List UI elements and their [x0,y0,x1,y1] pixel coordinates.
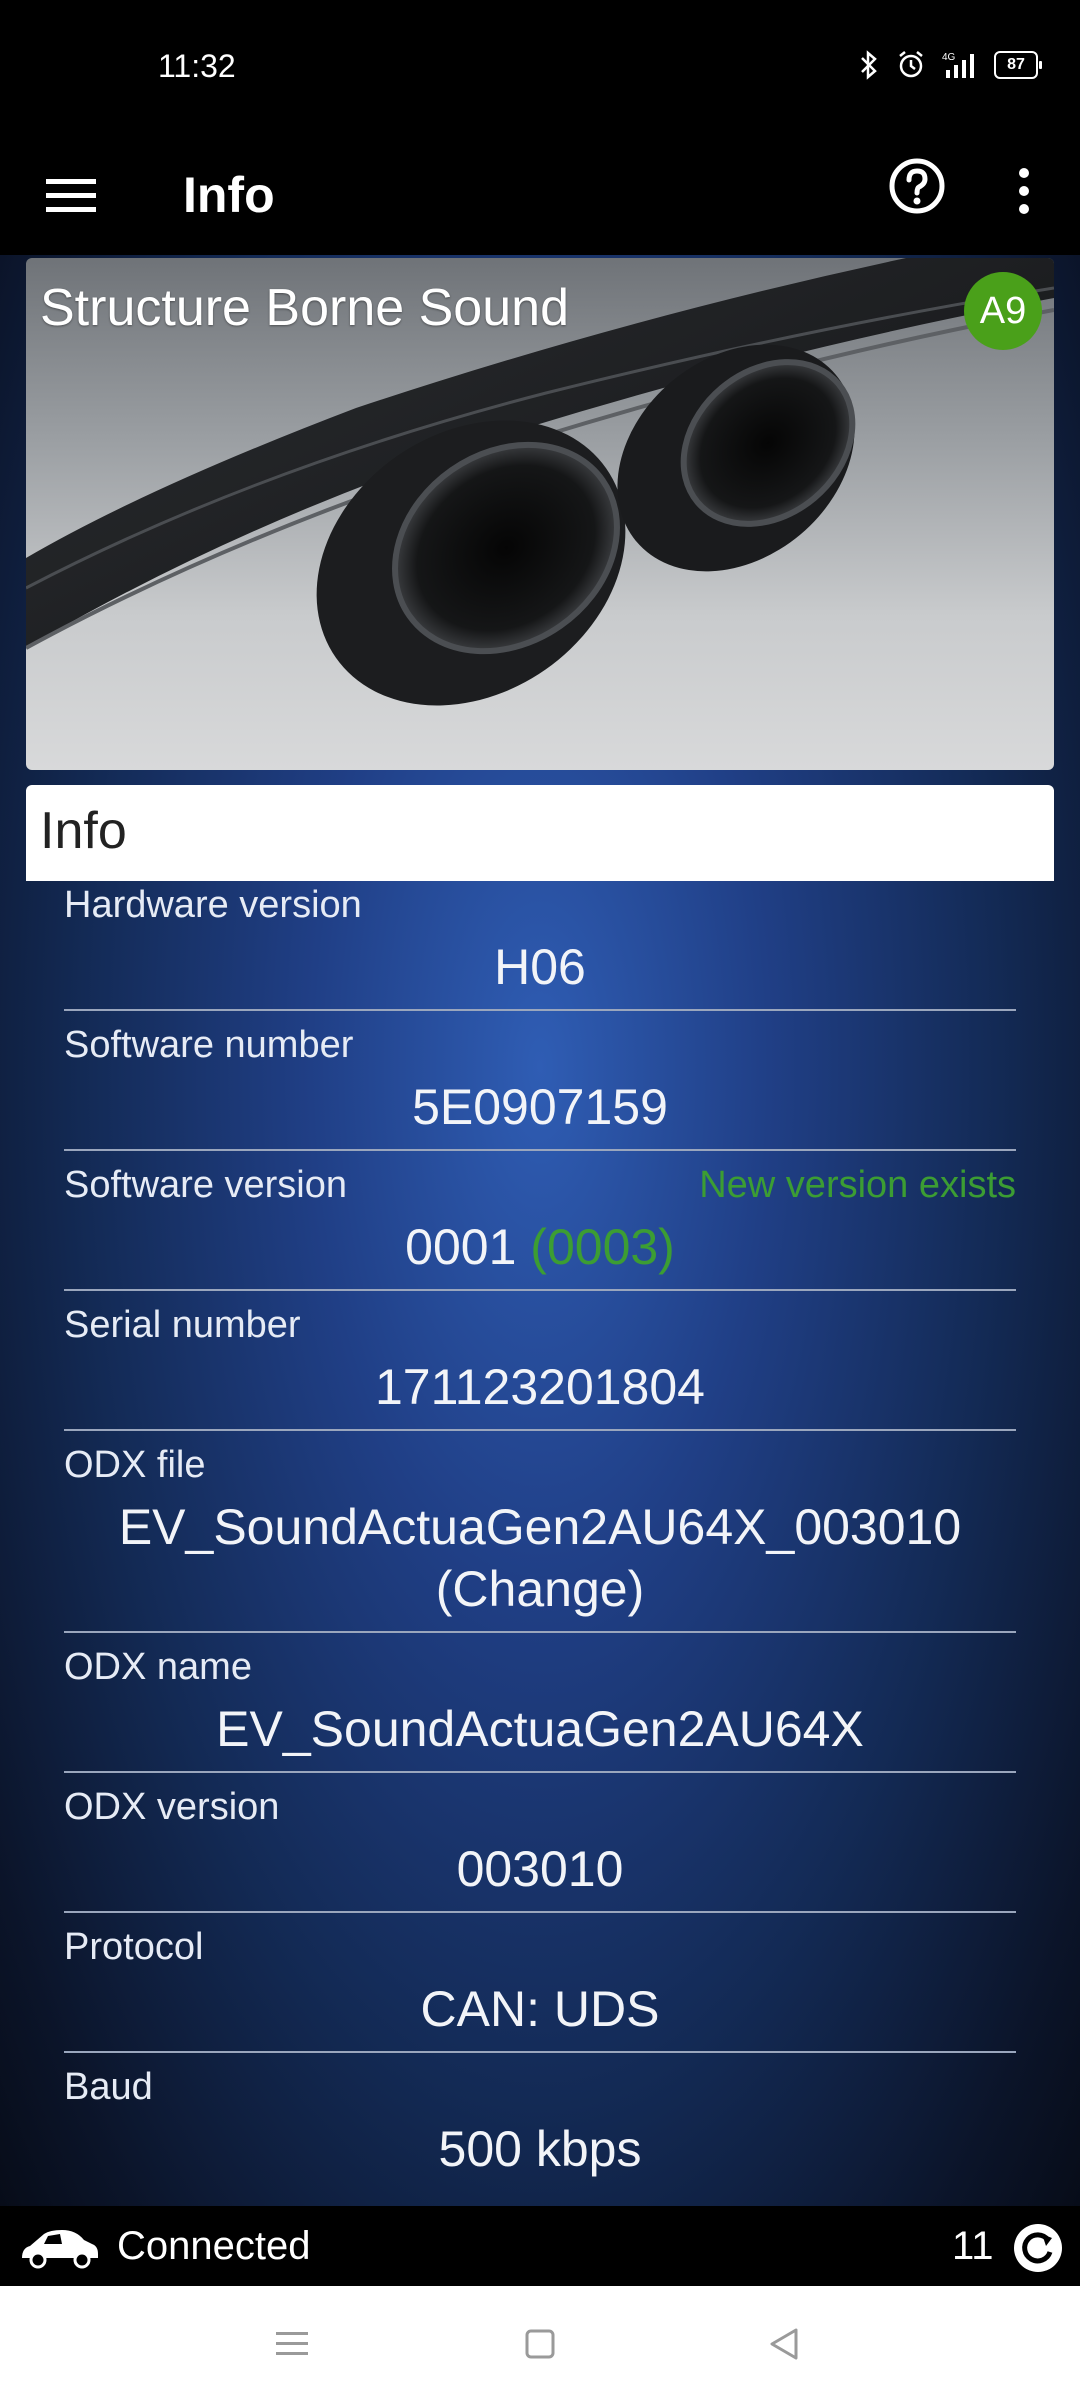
info-row-odx-name: ODX name EV_SoundActuaGen2AU64X [64,1643,1016,1773]
alarm-icon [899,51,923,78]
row-label: Serial number [64,1304,301,1346]
available-version[interactable]: (0003) [530,1219,675,1275]
row-value: 0001 (0003) [64,1217,1016,1277]
row-label: Protocol [64,1926,204,1968]
row-value: 5E0907159 [412,1079,668,1135]
row-label: Software version [64,1164,348,1206]
refresh-icon[interactable] [1012,2222,1064,2274]
row-label: Baud [64,2066,153,2108]
connection-status: Connected [117,2224,311,2268]
system-nav-bar [0,2286,1080,2400]
status-icons: 4G 87 [856,50,1042,80]
app-bar: Info [0,135,1080,255]
change-odx-link[interactable]: (Change) [64,1559,1016,1619]
row-value: EV_SoundActuaGen2AU64X [216,1701,864,1757]
info-row-serial-number: Serial number 171123201804 [64,1301,1016,1431]
home-icon[interactable] [520,2324,560,2364]
menu-icon[interactable] [44,167,100,223]
info-list: Hardware version H06 Software number 5E0… [26,881,1054,2204]
row-label: Hardware version [64,884,362,926]
row-label: ODX file [64,1444,206,1486]
info-row-software-version[interactable]: Software version New version exists 0001… [64,1161,1016,1291]
more-icon[interactable] [1006,163,1042,219]
status-time: 11:32 [158,48,236,84]
row-label: Software number [64,1024,354,1066]
module-hero-card: Structure Borne Sound A9 [26,258,1054,770]
info-row-hardware-version: Hardware version H06 [64,881,1016,1011]
info-section-title: Info [40,802,127,860]
svg-text:4G: 4G [942,52,956,63]
signal-icon: 4G [942,52,974,78]
row-label: ODX version [64,1786,280,1828]
status-bar: 11:32 4G 87 [0,0,1080,135]
recent-apps-icon[interactable] [272,2324,312,2364]
help-icon[interactable] [888,157,946,215]
info-section-header: Info [26,785,1054,881]
row-label: ODX name [64,1646,252,1688]
info-row-software-number: Software number 5E0907159 [64,1021,1016,1151]
back-icon[interactable] [764,2324,804,2364]
battery-icon: 87 [994,51,1042,79]
row-value: H06 [494,939,586,995]
info-row-odx-version: ODX version 003010 [64,1783,1016,1913]
row-value: 003010 [456,1841,624,1897]
module-title: Structure Borne Sound [40,279,569,337]
connection-bar: Connected 11 [0,2206,1080,2286]
row-value: 171123201804 [375,1359,705,1415]
address-badge: A9 [964,272,1042,350]
new-version-hint: New version exists [699,1164,1016,1206]
row-value: CAN: UDS [420,1981,660,2037]
info-row-protocol: Protocol CAN: UDS [64,1923,1016,2053]
info-row-odx-file[interactable]: ODX file EV_SoundActuaGen2AU64X_003010 (… [64,1441,1016,1633]
row-value: 500 kbps [438,2121,642,2177]
page-title: Info [183,167,275,223]
connection-count: 11 [952,2224,994,2268]
bluetooth-icon [861,50,877,80]
car-icon [22,2230,98,2269]
current-version: 0001 [405,1219,517,1275]
info-row-baud: Baud 500 kbps [64,2063,1016,2191]
row-value: EV_SoundActuaGen2AU64X_003010 [118,1499,962,1555]
